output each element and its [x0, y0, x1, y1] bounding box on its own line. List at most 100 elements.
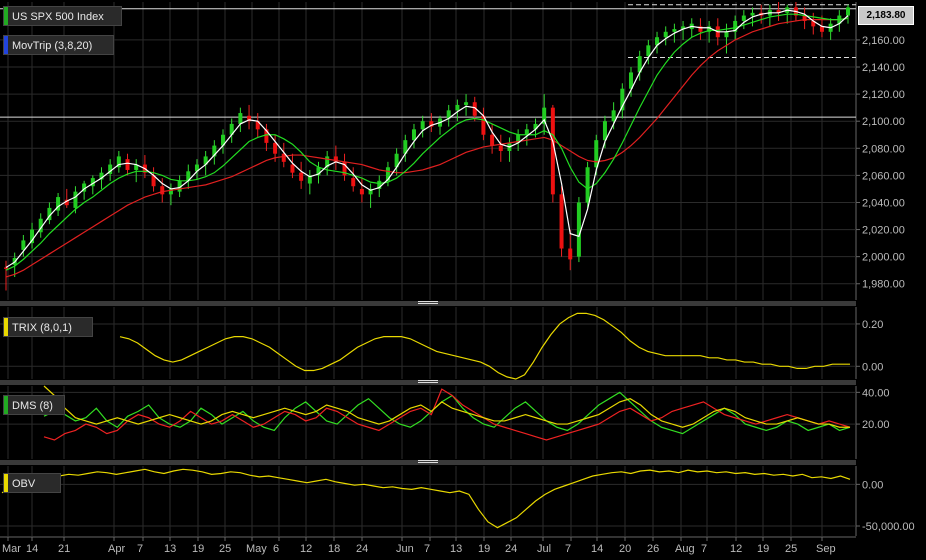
candle-body: [411, 129, 416, 141]
candle-body: [238, 113, 243, 124]
x-tick-label: 14: [26, 543, 38, 555]
last-price-box: 2,183.80: [858, 6, 914, 25]
candle-body: [359, 188, 364, 195]
y-tick-label: 2,000.00: [862, 252, 905, 264]
y-tick-label: 40.00: [862, 387, 890, 399]
y-tick-label: 2,160.00: [862, 35, 905, 47]
indicator-color-swatch: [4, 396, 8, 414]
x-tick-label: Jun: [396, 543, 414, 555]
y-tick-label: 2,100.00: [862, 116, 905, 128]
candle-body: [4, 267, 8, 269]
moving-average-8-line: [5, 13, 849, 271]
series-color-swatch: [4, 36, 8, 54]
x-tick-label: Jul: [537, 543, 551, 555]
moving-average-20-line: [5, 17, 849, 278]
series-label-price[interactable]: US SPX 500 Index: [3, 6, 122, 26]
y-tick-label: 0.00: [862, 479, 883, 491]
x-tick-label: 13: [450, 543, 462, 555]
candle-body: [351, 178, 356, 187]
x-tick-label: Aug: [675, 543, 695, 555]
candle-body: [741, 15, 746, 21]
x-tick-label: 7: [137, 543, 143, 555]
indicator-label-trix[interactable]: TRIX (8,0,1): [3, 317, 93, 337]
y-tick-label: 20.00: [862, 419, 890, 431]
x-tick-label: 18: [328, 543, 340, 555]
x-tick-label: 26: [647, 543, 659, 555]
indicator-label-dms[interactable]: DMS (8): [3, 395, 65, 415]
x-tick-label: 7: [701, 543, 707, 555]
x-tick-label: Sep: [816, 543, 836, 555]
candle-body: [420, 121, 425, 130]
candle-body: [455, 104, 460, 111]
pane-resize-grip[interactable]: [418, 380, 438, 385]
pane-resize-grip[interactable]: [418, 460, 438, 465]
candle-body: [73, 191, 78, 208]
y-tick-label: 2,060.00: [862, 170, 905, 182]
x-tick-label: 21: [58, 543, 70, 555]
pane-divider[interactable]: [0, 460, 856, 465]
pane-resize-grip[interactable]: [418, 301, 438, 306]
candle-body: [299, 172, 304, 181]
indicator-color-swatch: [4, 474, 8, 492]
candle-body: [663, 31, 668, 38]
candle-body: [611, 110, 616, 122]
candle-body: [160, 186, 165, 195]
x-tick-label: 7: [424, 543, 430, 555]
trix-line: [119, 312, 850, 380]
x-tick-label: 25: [785, 543, 797, 555]
candle-body: [602, 121, 607, 141]
candle-body: [559, 194, 564, 249]
x-tick-label: 6: [273, 543, 279, 555]
y-tick-label: 0.20: [862, 319, 883, 331]
candle-body: [568, 248, 573, 260]
candle-body: [724, 31, 729, 38]
x-tick-label: 24: [356, 543, 368, 555]
x-tick-label: 12: [730, 543, 742, 555]
indicator-label-obv[interactable]: OBV: [3, 473, 61, 493]
candle-body: [594, 140, 599, 168]
candle-body: [125, 159, 130, 170]
chart-canvas: Mar 14 21 Apr 7 13 19 25 May 6 12 18 24 Jun 7 13 19 24 Jul…: [0, 2, 915, 555]
x-tick-label: 19: [757, 543, 769, 555]
x-tick-label: May: [246, 543, 267, 555]
x-tick-label: 14: [591, 543, 603, 555]
x-tick-label: 24: [505, 543, 517, 555]
candle-body: [846, 7, 850, 16]
x-tick-label: 19: [478, 543, 490, 555]
x-tick-label: 19: [192, 543, 204, 555]
candle-body: [576, 202, 581, 257]
x-tick-label: 12: [300, 543, 312, 555]
candle-body: [490, 134, 495, 146]
x-tick-label: 25: [219, 543, 231, 555]
x-tick-label: 20: [619, 543, 631, 555]
indicator-label-obv-text: OBV: [12, 478, 36, 490]
y-tick-label: -50,000.00: [862, 521, 915, 533]
dms-series-line: [43, 391, 851, 435]
indicator-label-dms-text: DMS (8): [12, 400, 53, 412]
candle-body: [21, 240, 26, 250]
y-tick-label: 0.00: [862, 361, 883, 373]
x-tick-label: Apr: [108, 543, 125, 555]
indicator-color-swatch: [4, 318, 8, 336]
candle-body: [524, 129, 529, 135]
y-tick-label: 1,980.00: [862, 279, 905, 291]
candle-body: [273, 142, 278, 154]
candle-body: [464, 102, 469, 105]
y-tick-label: 2,040.00: [862, 197, 905, 209]
indicator-label-trix-text: TRIX (8,0,1): [12, 322, 72, 334]
candle-body: [290, 164, 295, 173]
series-label-movtrip-text: MovTrip (3,8,20): [12, 40, 93, 52]
obv-line: [1, 468, 851, 529]
y-tick-label: 2,020.00: [862, 225, 905, 237]
x-tick-label: Mar: [2, 543, 21, 555]
candle-body: [750, 12, 755, 16]
candle-body: [498, 145, 503, 151]
candle-body: [585, 167, 590, 203]
series-label-movtrip[interactable]: MovTrip (3,8,20): [3, 35, 114, 55]
pane-divider[interactable]: [0, 380, 856, 385]
y-tick-label: 2,140.00: [862, 62, 905, 74]
dms-series-line: [43, 388, 851, 441]
series-color-swatch: [4, 7, 8, 25]
series-label-price-text: US SPX 500 Index: [12, 11, 104, 23]
pane-divider[interactable]: [0, 301, 856, 306]
